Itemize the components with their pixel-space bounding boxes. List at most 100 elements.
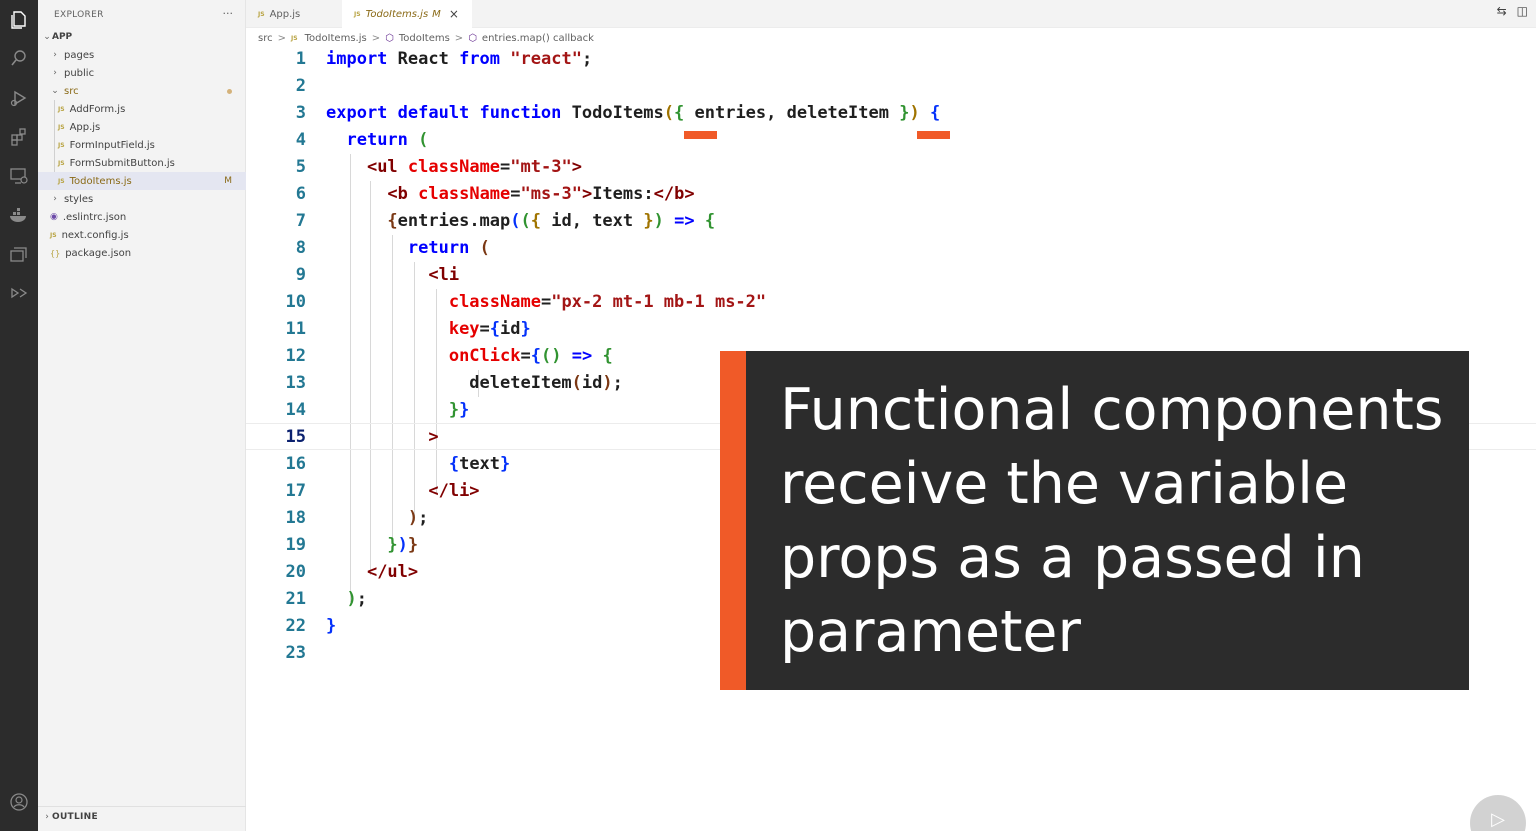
callout-card: Functional components receive the variab…	[720, 351, 1469, 690]
js-file-icon: JS	[58, 177, 65, 185]
code-line: 1 import React from "react";	[246, 46, 1536, 73]
tree-label: .eslintrc.json	[62, 211, 127, 223]
tab-label: App.js	[269, 8, 301, 20]
tab-todoitems-js[interactable]: JS TodoItems.js M ×	[342, 0, 472, 28]
tree-item-pages[interactable]: › pages	[38, 46, 246, 64]
play-glyph: ▷	[1491, 809, 1505, 830]
modified-badge: M	[224, 176, 232, 186]
compare-icon[interactable]: ⇆	[1497, 4, 1507, 18]
line-number: 21	[285, 589, 306, 609]
tree-item-src[interactable]: ⌄ src	[38, 82, 246, 100]
code-text: >	[428, 427, 439, 447]
line-number: 3	[295, 103, 306, 123]
code-text: })}	[387, 535, 419, 555]
code-text: }	[326, 616, 337, 636]
code-line: 5 <ul className="mt-3">	[246, 154, 1536, 181]
code-text: deleteItem(id);	[326, 373, 623, 393]
tab-modified-badge: M	[432, 8, 441, 20]
line-number: 2	[295, 76, 306, 96]
code-line: 11 key={id}	[246, 316, 1536, 343]
code-text: return (	[407, 238, 490, 258]
tab-app-js[interactable]: JS App.js	[246, 0, 342, 28]
highlight-marker	[917, 131, 950, 139]
docker-icon[interactable]	[7, 203, 31, 227]
tree-label: next.config.js	[61, 229, 129, 241]
modified-dot	[227, 88, 232, 94]
js-file-icon: JS	[50, 231, 57, 239]
line-number: 1	[295, 49, 306, 69]
chevron-right-icon: ›	[53, 68, 57, 78]
code-text: </ul>	[366, 562, 419, 582]
line-number: 12	[285, 346, 306, 366]
chevron-right-icon: ›	[53, 194, 57, 204]
tree-label: TodoItems.js	[69, 175, 132, 187]
code-line: 4 return (	[246, 127, 1536, 154]
tree-item-styles[interactable]: › styles	[38, 190, 246, 208]
run-debug-icon[interactable]	[7, 86, 31, 110]
close-icon[interactable]: ×	[449, 7, 459, 21]
extensions-icon[interactable]	[7, 125, 31, 149]
tree-item-packagejson[interactable]: {} package.json	[38, 244, 246, 262]
code-text: }}	[448, 400, 470, 420]
code-text: key={id}	[448, 319, 531, 339]
code-text: {entries.map(({ id, text }) => {	[387, 211, 716, 231]
line-number: 19	[285, 535, 306, 555]
js-file-icon: JS	[354, 10, 361, 18]
js-file-icon: JS	[58, 141, 65, 149]
code-line: 8 return (	[246, 235, 1536, 262]
breadcrumb-file[interactable]: TodoItems.js	[305, 33, 367, 44]
tree-label: FormInputField.js	[69, 139, 155, 151]
breadcrumb-src[interactable]: src	[258, 33, 273, 44]
json-file-icon: {}	[50, 248, 61, 258]
more-actions-icon[interactable]: ···	[223, 7, 234, 20]
split-editor-icon[interactable]: ◫	[1517, 4, 1528, 18]
code-line: 7 {entries.map(({ id, text }) => {	[246, 208, 1536, 235]
breadcrumb-callback[interactable]: entries.map() callback	[482, 33, 594, 44]
tree-item-eslintrc[interactable]: ◉ .eslintrc.json	[38, 208, 246, 226]
js-file-icon: JS	[258, 10, 265, 18]
search-icon[interactable]	[7, 46, 31, 70]
line-number: 10	[285, 292, 306, 312]
tree-item-forminputfield[interactable]: JS FormInputField.js	[38, 136, 246, 154]
tree-item-public[interactable]: › public	[38, 64, 246, 82]
live-share-icon[interactable]	[7, 281, 31, 305]
tree-label: AddForm.js	[69, 103, 126, 115]
outline-title: OUTLINE	[52, 811, 98, 822]
tree-item-addform[interactable]: JS AddForm.js	[38, 100, 246, 118]
tree-label: public	[64, 67, 95, 79]
line-number: 22	[285, 616, 306, 636]
tree-label: styles	[64, 193, 94, 205]
chevron-down-icon: ⌄	[43, 32, 51, 42]
outline-section[interactable]: › OUTLINE	[38, 806, 246, 826]
chevron-right-icon: ›	[45, 811, 49, 822]
code-line: 2	[246, 73, 1536, 100]
stack-icon[interactable]	[7, 242, 31, 266]
chevron-right-icon: ›	[53, 50, 57, 60]
breadcrumb-component[interactable]: TodoItems	[399, 33, 450, 44]
tree-item-app[interactable]: JS App.js	[38, 118, 246, 136]
js-file-icon: JS	[58, 105, 65, 113]
line-number: 15	[285, 427, 306, 447]
line-number: 20	[285, 562, 306, 582]
account-icon[interactable]	[7, 790, 31, 814]
tree-label: App.js	[69, 121, 101, 133]
line-number: 18	[285, 508, 306, 528]
tab-label: TodoItems.js	[365, 8, 429, 20]
tree-item-formsubmitbutton[interactable]: JS FormSubmitButton.js	[38, 154, 246, 172]
tree-item-todoitems[interactable]: JS TodoItems.js M	[38, 172, 246, 190]
tree-root-app[interactable]: ⌄ APP	[38, 28, 246, 46]
breadcrumb-separator: >	[371, 32, 381, 44]
tree-item-nextconfig[interactable]: JS next.config.js	[38, 226, 246, 244]
breadcrumb-separator: >	[277, 32, 286, 44]
symbol-icon: ⬡	[385, 32, 394, 44]
js-file-icon: JS	[58, 123, 65, 131]
remote-explorer-icon[interactable]	[7, 164, 31, 188]
line-number: 8	[295, 238, 306, 258]
editor-tabs: JS App.js JS TodoItems.js M × ⇆ ◫	[246, 0, 1536, 28]
explorer-sidebar: EXPLORER ··· ⌄ APP › pages › public ⌄ sr…	[38, 0, 246, 831]
files-icon[interactable]	[7, 8, 31, 32]
callout-accent-bar	[720, 351, 746, 690]
code-text: export default function TodoItems({ entr…	[326, 103, 941, 123]
code-text: <ul className="mt-3">	[366, 157, 582, 177]
highlight-marker	[684, 131, 717, 139]
